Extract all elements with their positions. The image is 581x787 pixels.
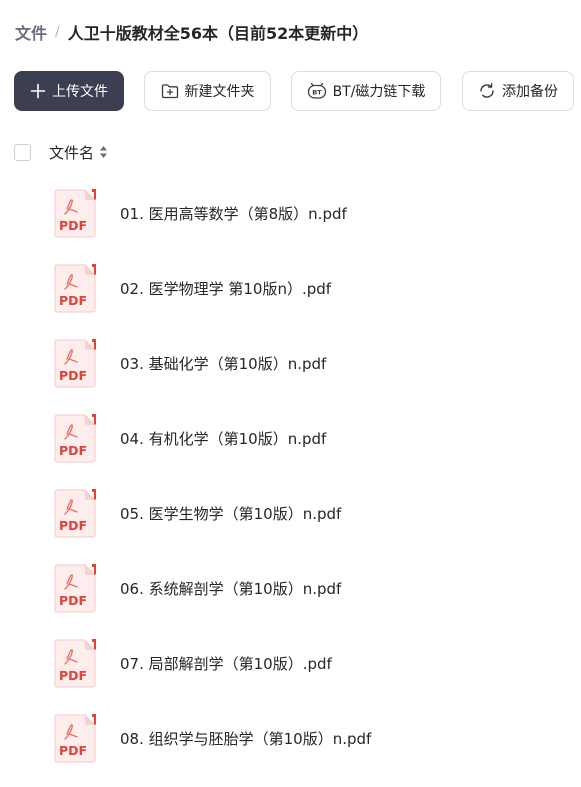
breadcrumb: 文件 / 人卫十版教材全56本（目前52本更新中） (15, 20, 368, 44)
svg-text:PDF: PDF (59, 293, 87, 308)
sort-icon[interactable] (99, 145, 108, 159)
folder-plus-icon (161, 83, 179, 99)
file-row[interactable]: PDF 04. 有机化学（第10版）n.pdf (0, 401, 581, 476)
new-folder-label: 新建文件夹 (184, 84, 255, 100)
toolbar: 上传文件 新建文件夹 BT BT/磁力链下载 添加备份 (14, 71, 574, 111)
file-name[interactable]: 06. 系统解剖学（第10版）n.pdf (120, 578, 341, 599)
file-row[interactable]: PDF 07. 局部解剖学（第10版）.pdf (0, 626, 581, 701)
select-all-checkbox[interactable] (14, 143, 31, 161)
svg-text:PDF: PDF (59, 668, 87, 683)
breadcrumb-current-folder: 人卫十版教材全56本（目前52本更新中） (67, 24, 369, 43)
pdf-icon: PDF (54, 639, 97, 688)
new-folder-button[interactable]: 新建文件夹 (144, 71, 271, 111)
file-name[interactable]: 03. 基础化学（第10版）n.pdf (120, 353, 326, 374)
file-name[interactable]: 08. 组织学与胚胎学（第10版）n.pdf (120, 728, 371, 749)
file-list: PDF 01. 医用高等数学（第8版）n.pdf PDF 02. 医学物理学 第… (0, 176, 581, 776)
file-name[interactable]: 04. 有机化学（第10版）n.pdf (120, 428, 326, 449)
svg-text:PDF: PDF (59, 368, 87, 383)
file-browser-page: 文件 / 人卫十版教材全56本（目前52本更新中） 上传文件 新建文件夹 BT … (0, 0, 581, 787)
file-row[interactable]: PDF 03. 基础化学（第10版）n.pdf (0, 326, 581, 401)
file-row[interactable]: PDF 08. 组织学与胚胎学（第10版）n.pdf (0, 701, 581, 776)
file-row[interactable]: PDF 06. 系统解剖学（第10版）n.pdf (0, 551, 581, 626)
pdf-icon: PDF (54, 414, 97, 463)
pdf-icon: PDF (54, 489, 97, 538)
upload-file-label: 上传文件 (52, 84, 108, 100)
plus-icon (30, 83, 46, 99)
sync-icon (478, 82, 496, 100)
file-name[interactable]: 05. 医学生物学（第10版）n.pdf (120, 503, 341, 524)
bt-magnet-download-label: BT/磁力链下载 (332, 84, 426, 100)
file-row[interactable]: PDF 05. 医学生物学（第10版）n.pdf (0, 476, 581, 551)
pdf-icon: PDF (54, 564, 97, 613)
add-backup-button[interactable]: 添加备份 (462, 71, 574, 111)
breadcrumb-separator: / (55, 24, 60, 40)
breadcrumb-root-link[interactable]: 文件 (15, 20, 47, 44)
svg-text:PDF: PDF (59, 743, 87, 758)
upload-file-button[interactable]: 上传文件 (14, 71, 124, 111)
svg-text:PDF: PDF (59, 218, 87, 233)
pdf-icon: PDF (54, 339, 97, 388)
file-row[interactable]: PDF 02. 医学物理学 第10版n）.pdf (0, 251, 581, 326)
svg-text:BT: BT (312, 89, 322, 97)
file-name[interactable]: 07. 局部解剖学（第10版）.pdf (120, 653, 332, 674)
pdf-icon: PDF (54, 264, 97, 313)
filename-column-header[interactable]: 文件名 (49, 142, 94, 163)
bt-download-icon: BT (307, 82, 327, 100)
svg-text:PDF: PDF (59, 593, 87, 608)
file-list-header: 文件名 (14, 141, 108, 163)
file-row[interactable]: PDF 01. 医用高等数学（第8版）n.pdf (0, 176, 581, 251)
svg-text:PDF: PDF (59, 518, 87, 533)
file-name[interactable]: 02. 医学物理学 第10版n）.pdf (120, 278, 331, 299)
file-name[interactable]: 01. 医用高等数学（第8版）n.pdf (120, 203, 347, 224)
svg-text:PDF: PDF (59, 443, 87, 458)
add-backup-label: 添加备份 (502, 84, 558, 100)
pdf-icon: PDF (54, 189, 97, 238)
bt-magnet-download-button[interactable]: BT BT/磁力链下载 (291, 71, 441, 111)
pdf-icon: PDF (54, 714, 97, 763)
